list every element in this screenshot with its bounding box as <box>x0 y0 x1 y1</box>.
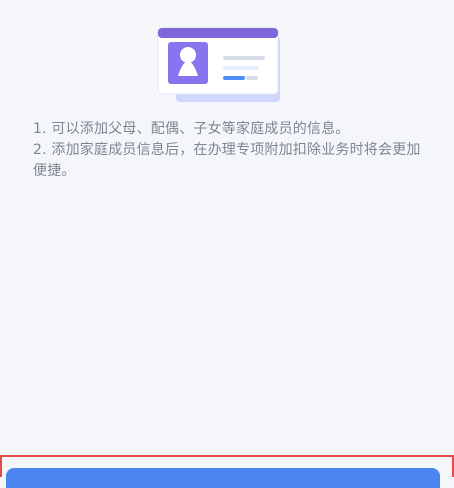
bottom-action-area <box>0 455 454 488</box>
add-family-member-button[interactable] <box>6 468 440 488</box>
family-members-screen: 1. 可以添加父母、配偶、子女等家庭成员的信息。 2. 添加家庭成员信息后，在办… <box>0 0 454 488</box>
contact-card-icon <box>157 27 280 102</box>
contact-card-illustration <box>154 24 290 108</box>
family-member-instructions: 1. 可以添加父母、配偶、子女等家庭成员的信息。 2. 添加家庭成员信息后，在办… <box>33 119 423 182</box>
instruction-line-2: 2. 添加家庭成员信息后，在办理专项附加扣除业务时将会更加便捷。 <box>33 142 421 179</box>
instruction-line-1: 1. 可以添加父母、配偶、子女等家庭成员的信息。 <box>33 121 350 137</box>
